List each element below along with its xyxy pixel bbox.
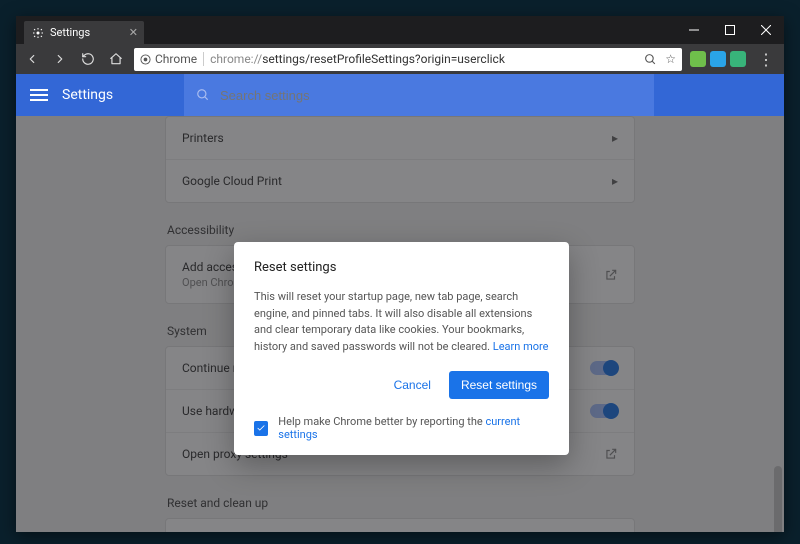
maximize-button[interactable] (712, 16, 748, 44)
tab-title: Settings (50, 26, 90, 39)
search-icon[interactable] (644, 53, 657, 66)
browser-window: Settings ✕ Chrome chrome://settings/rese… (16, 16, 784, 532)
titlebar: Settings ✕ (16, 16, 784, 44)
settings-appbar: Settings (16, 74, 784, 116)
settings-search-input[interactable] (220, 88, 642, 103)
minimize-button[interactable] (676, 16, 712, 44)
extension-icon[interactable] (690, 51, 706, 67)
dialog-title: Reset settings (254, 260, 549, 275)
settings-search[interactable] (184, 74, 654, 116)
omnibox[interactable]: Chrome chrome://settings/resetProfileSet… (134, 48, 682, 71)
settings-content: Printers▸ Google Cloud Print▸ Accessibil… (16, 116, 784, 532)
cancel-button[interactable]: Cancel (386, 371, 439, 399)
reload-button[interactable] (78, 49, 98, 69)
security-label: Chrome (140, 52, 204, 66)
reset-settings-button[interactable]: Reset settings (449, 371, 549, 399)
home-button[interactable] (106, 49, 126, 69)
search-icon (196, 88, 210, 102)
dialog-actions: Cancel Reset settings (254, 371, 549, 399)
browser-menu-button[interactable]: ⋮ (754, 50, 778, 69)
appbar-title: Settings (62, 87, 113, 103)
extension-icon[interactable] (710, 51, 726, 67)
back-button[interactable] (22, 49, 42, 69)
hamburger-menu-button[interactable] (30, 86, 48, 104)
dialog-footer: Help make Chrome better by reporting the… (254, 415, 549, 441)
bookmark-star-icon[interactable]: ☆ (665, 52, 676, 66)
help-checkbox[interactable] (254, 421, 268, 436)
toolbar: Chrome chrome://settings/resetProfileSet… (16, 44, 784, 74)
extension-icon[interactable] (730, 51, 746, 67)
window-controls (676, 16, 784, 44)
learn-more-link[interactable]: Learn more (493, 340, 549, 353)
close-tab-icon[interactable]: ✕ (129, 26, 138, 39)
dialog-body: This will reset your startup page, new t… (254, 289, 549, 355)
browser-tab[interactable]: Settings ✕ (24, 21, 144, 44)
gear-icon (32, 27, 44, 39)
reset-settings-dialog: Reset settings This will reset your star… (234, 242, 569, 455)
extensions-area (690, 51, 746, 67)
forward-button[interactable] (50, 49, 70, 69)
chrome-icon (140, 54, 151, 65)
close-window-button[interactable] (748, 16, 784, 44)
url-text: chrome://settings/resetProfileSettings?o… (210, 52, 505, 66)
